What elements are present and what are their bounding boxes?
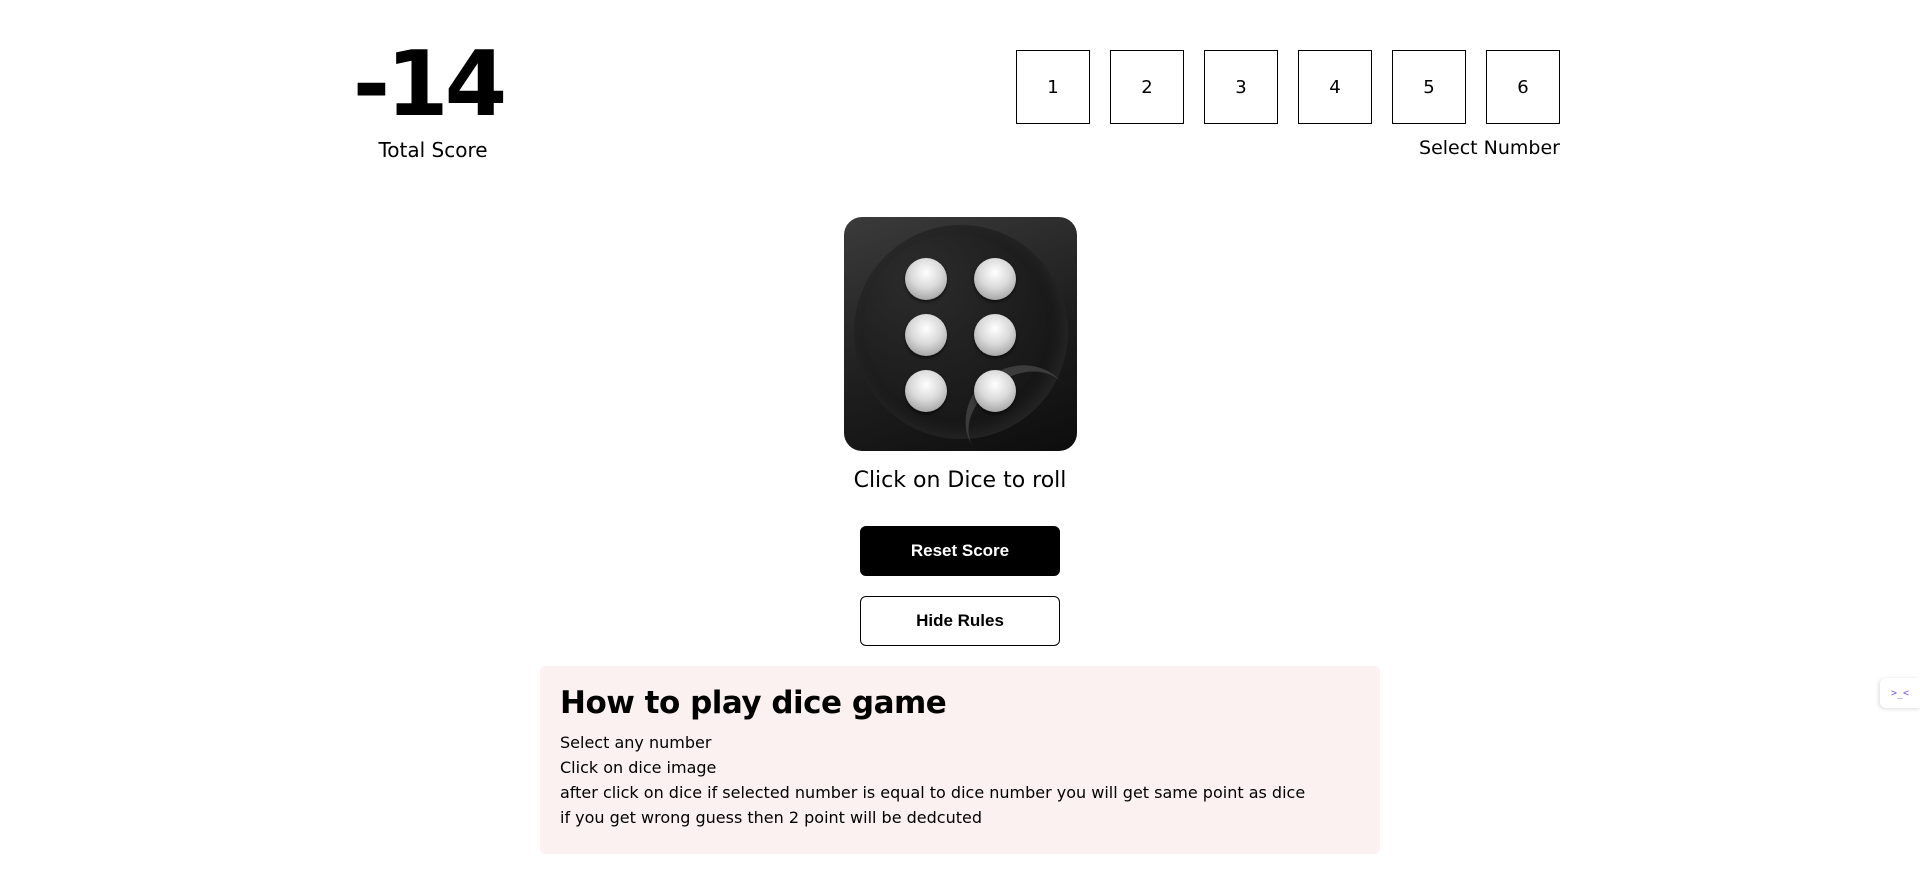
dice-pip — [905, 314, 947, 356]
roll-hint: Click on Dice to roll — [853, 468, 1067, 493]
number-box-2[interactable]: 2 — [1110, 50, 1184, 124]
number-selector: 1 2 3 4 5 6 Select Number — [1016, 50, 1560, 160]
number-boxes: 1 2 3 4 5 6 — [1016, 50, 1560, 124]
score-label: Total Score — [378, 138, 488, 162]
total-score: -14 Total Score — [353, 40, 508, 163]
dice-pip — [974, 370, 1016, 412]
rules-line: Click on dice image — [560, 758, 717, 777]
select-number-label: Select Number — [1419, 137, 1560, 159]
dice-pip — [974, 314, 1016, 356]
number-box-5[interactable]: 5 — [1392, 50, 1466, 124]
number-box-4[interactable]: 4 — [1298, 50, 1372, 124]
rules-panel: How to play dice game Select any number … — [540, 666, 1380, 854]
dice-pip — [905, 258, 947, 300]
hide-rules-button[interactable]: Hide Rules — [860, 596, 1060, 646]
rules-title: How to play dice game — [560, 685, 947, 721]
number-box-3[interactable]: 3 — [1204, 50, 1278, 124]
dice-pip — [905, 370, 947, 412]
number-box-6[interactable]: 6 — [1486, 50, 1560, 124]
rules-line: Select any number — [560, 733, 712, 752]
score-value: -14 — [352, 32, 508, 137]
dice-game-page: -14 Total Score 1 2 3 4 5 6 Select Numbe… — [0, 0, 1920, 889]
dice-pip — [974, 258, 1016, 300]
rules-line: if you get wrong guess then 2 point will… — [560, 808, 982, 827]
reset-score-button[interactable]: Reset Score — [860, 526, 1060, 576]
number-box-1[interactable]: 1 — [1016, 50, 1090, 124]
rules-line: after click on dice if selected number i… — [560, 783, 1306, 802]
side-widget-button[interactable]: >_< — [1880, 678, 1920, 708]
dice-image[interactable] — [844, 217, 1077, 451]
terminal-icon: >_< — [1890, 687, 1910, 699]
